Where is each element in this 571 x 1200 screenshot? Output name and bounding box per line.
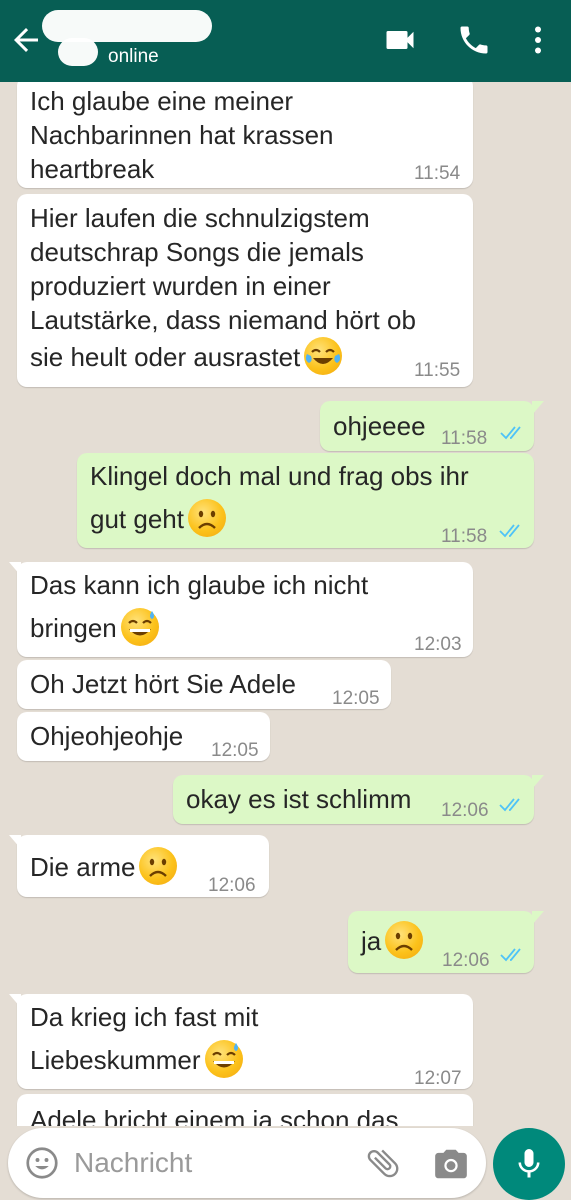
message-time: 11:55: [414, 360, 461, 381]
mic-icon: [518, 1149, 540, 1178]
incoming-message[interactable]: Die arme 12:06: [9, 835, 269, 897]
read-receipt-icon: [500, 426, 521, 440]
more-vert-icon[interactable]: [520, 22, 556, 58]
redacted-avatar[interactable]: [58, 38, 98, 66]
redacted-contact-name[interactable]: [42, 10, 212, 42]
message-time: 12:06: [442, 950, 490, 971]
frowning-face-icon: [385, 921, 424, 959]
grinning-face-with-sweat-icon: [204, 1040, 243, 1078]
outgoing-message[interactable]: ja 12:06: [348, 911, 544, 973]
message-text: Die arme: [30, 847, 178, 885]
message-time: 11:58: [441, 526, 488, 547]
message-time: 12:06: [441, 800, 489, 821]
message-text: Hier laufen die schnulzigstem deutschrap…: [30, 201, 416, 375]
message-text: Ich glaube eine meiner Nachbarinnen hat …: [30, 86, 334, 184]
message-time: 12:06: [208, 875, 256, 896]
bubble-tail: [532, 775, 544, 789]
message-text: ja: [361, 921, 424, 959]
attach-icon[interactable]: [364, 1144, 402, 1182]
outgoing-message[interactable]: ohjeeee 11:58: [320, 401, 544, 451]
message-time: 12:07: [414, 1068, 462, 1089]
incoming-message[interactable]: Hier laufen die schnulzigstem deutschrap…: [17, 194, 473, 387]
message-text: Klingel doch mal und frag obs ihr gut ge…: [90, 459, 469, 537]
phone-icon[interactable]: [456, 22, 492, 58]
incoming-message[interactable]: Da krieg ich fast mit Liebeskummer 12:07: [9, 994, 473, 1089]
message-time: 12:05: [211, 740, 259, 761]
message-text: Ohjeohjeohje: [30, 721, 184, 751]
mic-button[interactable]: [493, 1128, 565, 1200]
message-text: ohjeeee: [333, 411, 426, 441]
bubble-tail: [532, 911, 544, 925]
emoji-icon[interactable]: [24, 1145, 60, 1181]
bubble-tail: [532, 401, 544, 415]
contact-status: online: [108, 46, 159, 67]
read-receipt-icon: [499, 524, 520, 538]
chat-header: online: [0, 0, 571, 82]
message-time: 12:05: [332, 688, 380, 709]
message-text: Oh Jetzt hört Sie Adele: [30, 669, 296, 699]
frowning-face-icon: [139, 847, 178, 885]
face-with-tears-of-joy-icon: [304, 337, 343, 375]
message-time: 11:58: [441, 428, 488, 449]
read-receipt-icon: [499, 798, 520, 812]
message-input[interactable]: Nachricht: [74, 1147, 192, 1179]
back-arrow-icon[interactable]: [8, 22, 44, 58]
message-composer[interactable]: Nachricht: [8, 1128, 486, 1198]
message-list[interactable]: Ich glaube eine meiner Nachbarinnen hat …: [0, 82, 571, 1126]
incoming-message[interactable]: Ohjeohjeohje 12:05: [17, 712, 270, 761]
incoming-message[interactable]: Das kann ich glaube ich nicht bringen 12…: [9, 562, 473, 657]
bubble-tail: [9, 994, 21, 1008]
message-time: 12:03: [414, 634, 462, 655]
frowning-face-icon: [187, 499, 226, 537]
message-text: Da krieg ich fast mit Liebeskummer: [30, 1000, 258, 1078]
incoming-message[interactable]: Ich glaube eine meiner Nachbarinnen hat …: [17, 82, 473, 188]
message-text: okay es ist schlimm: [186, 784, 412, 814]
outgoing-message[interactable]: okay es ist schlimm 12:06: [173, 775, 544, 824]
incoming-message[interactable]: Oh Jetzt hört Sie Adele 12:05: [17, 660, 391, 709]
bubble-tail: [9, 562, 21, 576]
video-call-icon[interactable]: [382, 22, 418, 58]
message-text: Das kann ich glaube ich nicht bringen: [30, 568, 368, 646]
read-receipt-icon: [500, 948, 521, 962]
incoming-message[interactable]: Adele bricht einem ja schon das: [17, 1094, 473, 1126]
bubble-tail: [9, 835, 21, 849]
outgoing-message[interactable]: Klingel doch mal und frag obs ihr gut ge…: [77, 453, 534, 548]
message-text: Adele bricht einem ja schon das: [30, 1105, 399, 1126]
camera-icon[interactable]: [432, 1145, 470, 1183]
message-time: 11:54: [414, 163, 461, 184]
grinning-face-with-sweat-icon: [120, 608, 159, 646]
